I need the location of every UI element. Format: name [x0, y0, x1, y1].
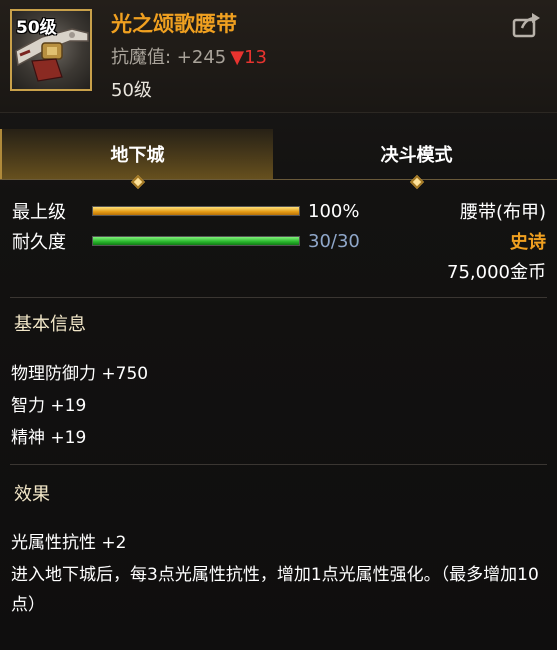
item-price: 75,000金币 [447, 262, 546, 283]
item-name: 光之颂歌腰带 [111, 12, 237, 36]
share-export-icon[interactable] [512, 12, 542, 38]
divider [10, 464, 547, 465]
grade-bar-fill [93, 207, 299, 215]
item-tooltip-panel: 50级 光之颂歌腰带 抗魔值: +245 ▼13 50级 地下城 决斗模式 最上级 [0, 0, 557, 650]
basic-stat-line: 智力 +19 [11, 396, 87, 416]
effect-description: 进入地下城后，每3点光属性抗性，增加1点光属性强化。（最多增加10点） [11, 565, 539, 615]
item-level-text: 50级 [111, 80, 152, 101]
basic-stat-line: 精神 +19 [11, 428, 87, 448]
down-arrow-icon: ▼ [230, 47, 245, 68]
tab-diamond-icon [409, 174, 424, 190]
tab-dungeon-label: 地下城 [110, 145, 165, 166]
durability-bar-fill [93, 237, 299, 245]
item-level-badge: 50级 [16, 18, 57, 38]
effect-line: 光属性抗性 +2 [11, 533, 127, 553]
item-header: 50级 光之颂歌腰带 抗魔值: +245 ▼13 50级 [0, 0, 557, 113]
tab-diamond-icon [130, 174, 145, 190]
mode-tabs: 地下城 决斗模式 [0, 129, 557, 190]
item-type: 腰带(布甲) [459, 202, 546, 223]
stat-diff-value: 13 [244, 47, 267, 68]
effect-title: 效果 [14, 484, 50, 505]
divider [10, 297, 547, 298]
basic-info-title: 基本信息 [14, 314, 86, 335]
stat-diff: ▼13 [230, 47, 267, 68]
grade-value: 100% [308, 200, 360, 222]
tab-pvp[interactable]: 决斗模式 [276, 129, 557, 190]
item-rarity: 史诗 [510, 232, 546, 253]
tab-pvp-label: 决斗模式 [380, 145, 453, 166]
tab-dungeon[interactable]: 地下城 [0, 129, 273, 190]
belt-item-icon: 50级 [10, 9, 92, 91]
grade-bar-row: 最上级 100% [12, 198, 359, 224]
grade-label: 最上级 [12, 202, 66, 223]
magic-resist-stat: 抗魔值: +245 ▼13 [111, 43, 267, 69]
durability-value: 30/30 [308, 230, 360, 252]
item-type-info: 腰带(布甲) 史诗 75,000金币 [447, 198, 546, 288]
grade-bar [92, 206, 300, 216]
durability-bar-row: 耐久度 30/30 [12, 228, 360, 254]
basic-stat-line: 物理防御力 +750 [11, 364, 149, 384]
magic-resist-label: 抗魔值: +245 [111, 47, 227, 68]
durability-bar [92, 236, 300, 246]
durability-label: 耐久度 [12, 232, 66, 253]
